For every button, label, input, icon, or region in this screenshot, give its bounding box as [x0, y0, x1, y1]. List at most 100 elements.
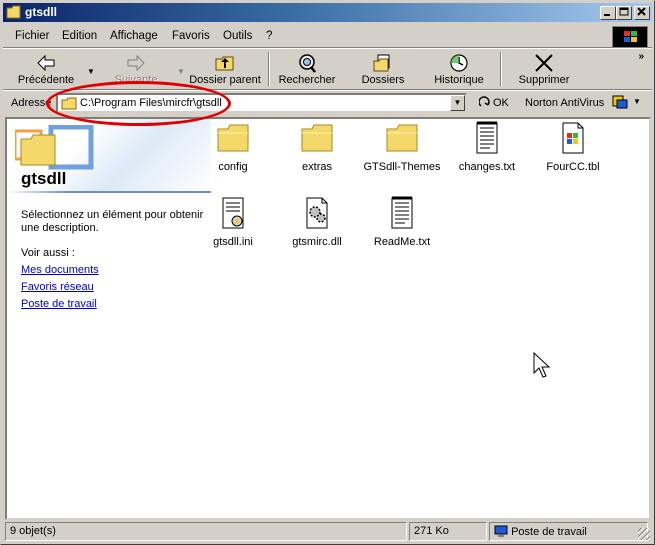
forward-dropdown-icon[interactable]: ▼ — [177, 67, 185, 76]
history-clock-icon — [450, 54, 468, 72]
status-location-label: Poste de travail — [511, 526, 587, 538]
file-name: gtsdll.ini — [213, 236, 253, 248]
history-label: Historique — [434, 74, 484, 86]
norton-antivirus-button[interactable]: Norton AntiVirus — [525, 97, 604, 109]
chevron-down-icon: ▼ — [453, 98, 462, 107]
file-name: GTSdll-Themes — [363, 161, 441, 173]
mouse-cursor-icon — [533, 352, 551, 378]
file-item-gtsdll-ini[interactable]: gtsdll.ini — [191, 196, 275, 248]
menu-edition[interactable]: Edition — [62, 30, 97, 42]
dll-file-icon — [306, 197, 328, 229]
address-bar: Adresse C:\Program Files\mircfr\gtsdll ▼… — [3, 91, 652, 115]
toolbar-separator — [268, 52, 270, 86]
go-label: OK — [493, 97, 509, 109]
folders-button[interactable]: Dossiers — [351, 49, 415, 89]
go-button[interactable]: OK — [478, 96, 509, 109]
link-mes-documents[interactable]: Mes documents — [21, 264, 99, 276]
up-folder-label: Dossier parent — [189, 74, 261, 86]
forward-label: Suivante — [114, 74, 158, 86]
tbl-file-icon — [562, 122, 584, 154]
file-item-gtsdll-themes[interactable]: GTSdll-Themes — [360, 121, 444, 173]
back-label: Précédente — [17, 74, 75, 86]
back-dropdown-icon[interactable]: ▼ — [87, 67, 95, 76]
norton-icon[interactable] — [611, 94, 629, 110]
close-button[interactable] — [634, 6, 650, 20]
address-label: Adresse — [11, 97, 52, 109]
close-icon — [637, 7, 646, 16]
menu-favoris[interactable]: Favoris — [172, 30, 210, 42]
minimize-icon — [604, 14, 610, 16]
up-folder-button[interactable]: Dossier parent — [186, 49, 264, 89]
computer-icon — [494, 525, 508, 537]
delete-button[interactable]: Supprimer — [508, 49, 580, 89]
search-label: Rechercher — [278, 74, 336, 86]
file-item-gtsmirc-dll[interactable]: gtsmirc.dll — [275, 196, 359, 248]
menu-affichage[interactable]: Affichage — [110, 30, 158, 42]
status-bar: 9 objet(s) 271 Ko Poste de travail — [3, 522, 652, 542]
resize-grip[interactable] — [638, 528, 650, 540]
menu-outils[interactable]: Outils — [223, 30, 252, 42]
file-name: changes.txt — [458, 161, 516, 173]
forward-button[interactable]: Suivante — [97, 49, 175, 89]
folder-icon — [217, 124, 249, 152]
back-arrow-icon — [37, 54, 55, 72]
file-name: ReadMe.txt — [373, 236, 431, 248]
file-name: extras — [302, 161, 332, 173]
web-view-panel: gtsdll Sélectionnez un élément pour obte… — [7, 119, 211, 518]
history-button[interactable]: Historique — [425, 49, 493, 89]
toolbar: Précédente ▼ Suivante ▼ Dossier parent R… — [3, 49, 652, 91]
link-favoris-reseau[interactable]: Favoris réseau — [21, 281, 94, 293]
panel-title: gtsdll — [21, 169, 67, 188]
text-file-icon — [391, 196, 413, 229]
forward-arrow-icon — [127, 54, 145, 72]
file-view[interactable]: gtsdll Sélectionnez un élément pour obte… — [5, 117, 651, 520]
ini-file-icon — [222, 197, 244, 229]
norton-dropdown-icon[interactable]: ▼ — [633, 97, 641, 106]
folders-icon — [373, 54, 390, 72]
status-count: 9 objet(s) — [5, 522, 407, 541]
status-size: 271 Ko — [409, 522, 487, 541]
title-bar[interactable]: gtsdll — [3, 3, 652, 22]
file-item-config[interactable]: config — [191, 121, 275, 173]
file-name: gtsmirc.dll — [292, 236, 342, 248]
search-icon — [299, 54, 316, 73]
panel-divider — [7, 191, 211, 193]
window-title: gtsdll — [25, 5, 57, 19]
maximize-icon — [619, 7, 629, 16]
maximize-button[interactable] — [616, 6, 632, 20]
windows-logo — [612, 26, 648, 48]
panel-description: Sélectionnez un élément pour obtenir une… — [21, 209, 204, 234]
address-value: C:\Program Files\mircfr\gtsdll — [80, 97, 222, 109]
status-location: Poste de travail — [489, 522, 648, 541]
menu-help[interactable]: ? — [266, 30, 272, 42]
folder-icon — [61, 97, 77, 110]
toolbar-separator — [500, 52, 502, 86]
file-name: config — [218, 161, 248, 173]
windows-flag-icon — [624, 31, 637, 42]
delete-x-icon — [535, 54, 553, 72]
file-item-changes-txt[interactable]: changes.txt — [445, 121, 529, 173]
text-file-icon — [476, 121, 498, 154]
back-button[interactable]: Précédente — [7, 49, 85, 89]
search-button[interactable]: Rechercher — [273, 49, 341, 89]
address-dropdown-button[interactable]: ▼ — [450, 95, 465, 111]
address-input[interactable]: C:\Program Files\mircfr\gtsdll ▼ — [56, 93, 467, 113]
toolbar-overflow-icon[interactable]: » — [638, 51, 644, 62]
file-item-fourcc-tbl[interactable]: FourCC.tbl — [531, 121, 615, 173]
folder-up-icon — [215, 56, 234, 71]
folder-icon — [6, 5, 21, 19]
menu-fichier[interactable]: Fichier — [15, 30, 50, 42]
file-item-readme-txt[interactable]: ReadMe.txt — [360, 196, 444, 248]
go-arrow-icon — [478, 96, 490, 107]
folder-icon — [386, 124, 418, 152]
minimize-button[interactable] — [600, 6, 616, 20]
folder-banner-icon — [15, 125, 94, 170]
menu-bar: Fichier Edition Affichage Favoris Outils… — [3, 25, 652, 48]
see-also-label: Voir aussi : — [21, 247, 75, 259]
folders-label: Dossiers — [361, 74, 405, 86]
folder-icon — [301, 124, 333, 152]
file-item-extras[interactable]: extras — [275, 121, 359, 173]
file-name: FourCC.tbl — [546, 161, 600, 173]
delete-label: Supprimer — [518, 74, 570, 86]
link-poste-de-travail[interactable]: Poste de travail — [21, 298, 97, 310]
